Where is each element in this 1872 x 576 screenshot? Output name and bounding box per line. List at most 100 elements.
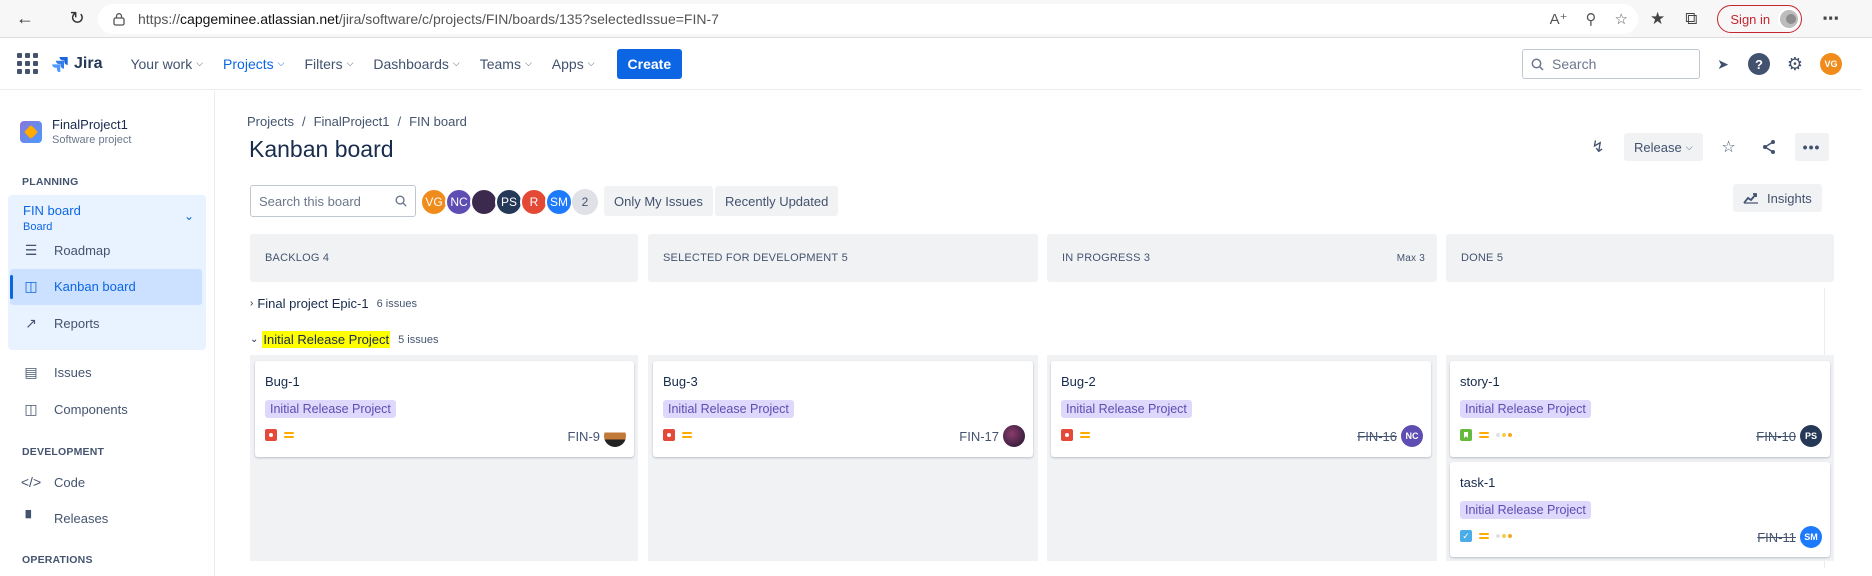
issue-key[interactable]: FIN-9 — [568, 429, 601, 444]
board-search-placeholder: Search this board — [259, 193, 361, 209]
board-selector-title[interactable]: FIN board — [23, 203, 81, 218]
swimlane-epic-1[interactable]: › Final project Epic-1 6 issues — [250, 296, 417, 311]
insights-label: Insights — [1767, 190, 1812, 206]
share-icon[interactable] — [1755, 133, 1783, 161]
nav-projects[interactable]: Projects ⌵ — [215, 48, 292, 80]
releases-icon: ▘ — [25, 509, 37, 526]
issue-key[interactable]: FIN-17 — [959, 429, 999, 444]
help-icon[interactable]: ? — [1748, 53, 1770, 75]
chevron-down-icon: ⌵ — [1685, 141, 1693, 152]
sidebar-item-issues[interactable]: ▤ Issues — [22, 363, 91, 381]
avatar[interactable]: NC — [445, 188, 473, 216]
sidebar-item-label: Components — [54, 401, 128, 417]
global-search-input[interactable]: Search — [1522, 49, 1700, 79]
zoom-icon[interactable]: ⚲ — [1586, 10, 1597, 28]
column-max-limit: Max 3 — [1396, 252, 1425, 264]
breadcrumb-project[interactable]: FinalProject1 — [314, 114, 390, 129]
lightning-automation-icon[interactable]: ↯ — [1584, 133, 1612, 161]
sidebar-item-reports[interactable]: ↗ Reports — [22, 314, 99, 332]
column-header-in-progress[interactable]: IN PROGRESS 3 Max 3 — [1047, 234, 1437, 282]
project-name: FinalProject1 — [52, 117, 128, 132]
page-title: Kanban board — [249, 136, 394, 162]
nav-filters[interactable]: Filters ⌵ — [296, 48, 361, 80]
menu-icon[interactable]: ⋯ — [1822, 9, 1839, 29]
issue-key[interactable]: FIN-11 — [1757, 530, 1796, 545]
insights-button[interactable]: Insights — [1733, 184, 1822, 212]
nav-teams[interactable]: Teams ⌵ — [472, 48, 540, 80]
column-header-done[interactable]: DONE 5 — [1446, 234, 1834, 282]
sidebar-item-kanban-board[interactable]: ◫ Kanban board — [22, 277, 135, 295]
estimate-dots-icon — [1496, 534, 1512, 538]
priority-medium-icon — [1080, 432, 1090, 438]
sidebar-item-label: Code — [54, 474, 86, 490]
nav-apps[interactable]: Apps ⌵ — [544, 48, 603, 80]
sidebar-item-code[interactable]: </> Code — [21, 473, 86, 491]
issue-key[interactable]: FIN-10 — [1756, 429, 1796, 444]
board-search-input[interactable]: Search this board — [250, 185, 416, 217]
address-bar[interactable]: https://capgeminee.atlassian.net/jira/so… — [98, 4, 1638, 34]
refresh-icon[interactable]: ↻ — [58, 0, 96, 38]
star-icon[interactable]: ☆ — [1715, 133, 1743, 161]
collections-icon[interactable]: ⧉ — [1685, 9, 1697, 29]
operations-section-label: OPERATIONS — [22, 554, 93, 566]
nav-your-work[interactable]: Your work ⌵ — [122, 48, 211, 80]
sidebar-item-components[interactable]: ◫ Components — [22, 400, 128, 418]
only-my-issues-button[interactable]: Only My Issues — [604, 186, 713, 216]
read-aloud-icon[interactable]: A⁺ — [1550, 10, 1568, 28]
project-sidebar: FinalProject1 Software project PLANNING … — [0, 91, 215, 576]
release-label: Release — [1634, 139, 1682, 155]
signin-button[interactable]: Sign in — [1717, 5, 1803, 33]
column-header-selected[interactable]: SELECTED FOR DEVELOPMENT 5 — [648, 234, 1038, 282]
chevron-down-icon[interactable]: ⌄ — [184, 209, 194, 223]
back-icon[interactable]: ← — [6, 0, 44, 38]
notifications-icon[interactable]: ➤ — [1712, 53, 1734, 75]
avatar[interactable] — [470, 188, 498, 216]
breadcrumb-projects[interactable]: Projects — [247, 114, 294, 129]
favorite-add-icon[interactable]: ☆ — [1615, 10, 1628, 28]
components-icon: ◫ — [24, 400, 38, 417]
column-name: BACKLOG — [265, 252, 320, 264]
issue-card[interactable]: Bug-3 Initial Release Project FIN-17 — [653, 361, 1033, 457]
signin-label: Sign in — [1730, 11, 1771, 27]
sidebar-item-roadmap[interactable]: ☰ Roadmap — [22, 241, 111, 259]
jira-logo-icon — [52, 56, 68, 72]
chevron-right-icon: › — [250, 298, 254, 309]
breadcrumb-board[interactable]: FIN board — [409, 114, 467, 129]
avatar[interactable]: SM — [545, 188, 573, 216]
swimlane-initial-release[interactable]: ⌄ Initial Release Project 5 issues — [250, 331, 438, 348]
epic-lozenge: Initial Release Project — [1460, 400, 1591, 418]
planning-section-label: PLANNING — [22, 176, 79, 188]
issue-card[interactable]: story-1 Initial Release Project FIN-10 P… — [1450, 361, 1830, 457]
app-switcher-icon[interactable] — [14, 51, 40, 77]
assignee-avatar: SM — [1800, 526, 1822, 548]
card-title: Bug-2 — [1061, 374, 1096, 389]
card-title: Bug-1 — [265, 374, 300, 389]
more-actions-icon[interactable]: ••• — [1794, 133, 1829, 161]
release-button[interactable]: Release ⌵ — [1624, 133, 1703, 161]
project-header[interactable]: FinalProject1 Software project — [20, 117, 131, 146]
sidebar-item-releases[interactable]: ▘ Releases — [22, 509, 109, 527]
favorites-icon[interactable]: ★ — [1650, 9, 1665, 29]
nav-dashboards[interactable]: Dashboards ⌵ — [365, 48, 467, 80]
recently-updated-button[interactable]: Recently Updated — [715, 186, 839, 216]
insights-chart-icon — [1743, 193, 1758, 204]
share-glyph — [1762, 140, 1775, 154]
browser-toolbar: ← ↻ https://capgeminee.atlassian.net/jir… — [0, 0, 1872, 38]
jira-logo[interactable]: Jira — [52, 55, 102, 73]
issue-card[interactable]: Bug-1 Initial Release Project FIN-9 — [255, 361, 634, 457]
more-avatars-count[interactable]: 2 — [572, 189, 598, 215]
create-button[interactable]: Create — [616, 48, 683, 79]
settings-gear-icon[interactable]: ⚙ — [1784, 53, 1806, 75]
avatar[interactable]: VG — [420, 188, 448, 216]
issue-key[interactable]: FIN-16 — [1357, 429, 1397, 444]
project-avatar-icon — [20, 120, 42, 143]
avatar[interactable]: R — [520, 188, 548, 216]
issue-card[interactable]: Bug-2 Initial Release Project FIN-16 NC — [1051, 361, 1431, 457]
issue-card[interactable]: task-1 Initial Release Project ✓ FIN-11 … — [1450, 462, 1830, 557]
user-avatar[interactable]: VG — [1820, 53, 1842, 75]
avatar[interactable]: PS — [495, 188, 523, 216]
search-placeholder: Search — [1552, 56, 1597, 72]
column-header-backlog[interactable]: BACKLOG 4 — [250, 234, 638, 282]
swimlane-name: Final project Epic-1 — [257, 296, 369, 311]
logo-text: Jira — [74, 54, 103, 72]
